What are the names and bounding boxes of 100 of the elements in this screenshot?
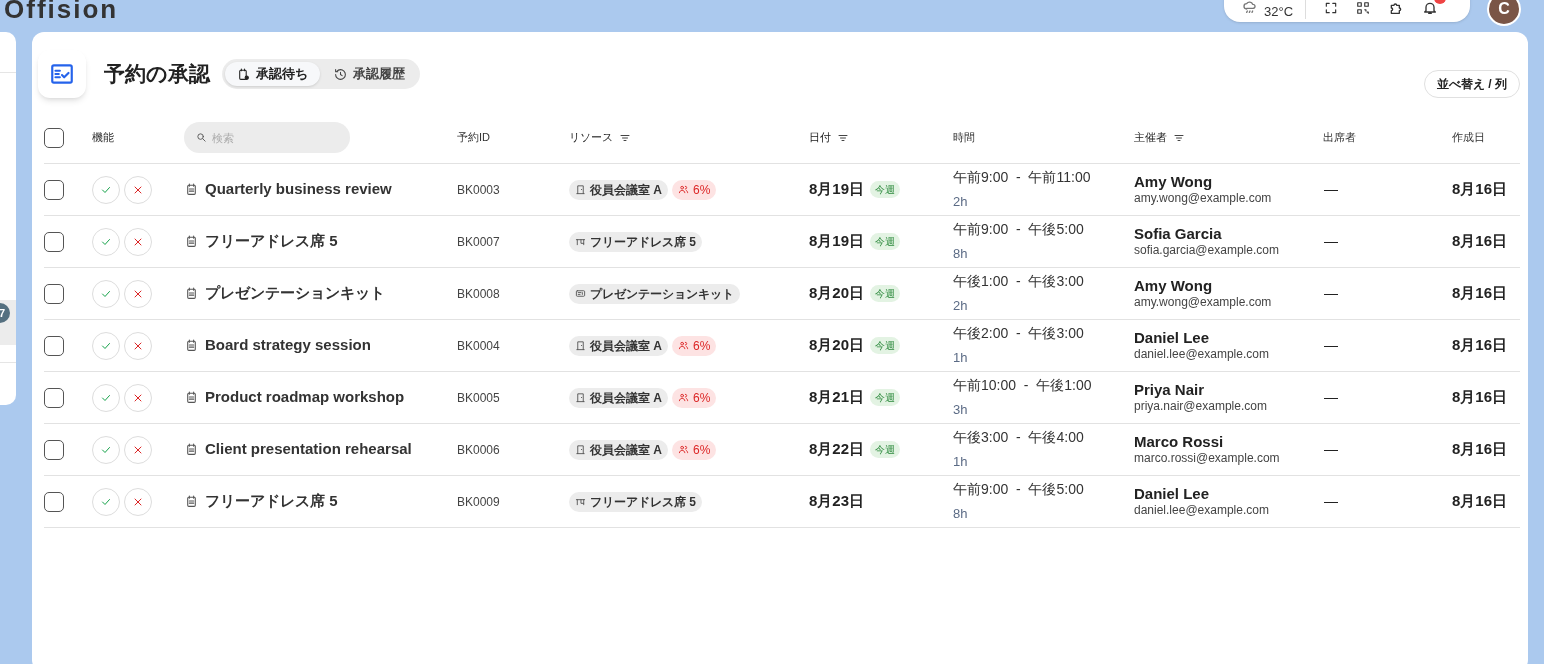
booking-title: プレゼンテーションキット <box>205 283 385 304</box>
duration: 2h <box>953 193 969 212</box>
created-date: 8月16日 <box>1452 179 1509 200</box>
resource-chip: 役員会議室 A <box>569 387 668 408</box>
column-header: 作成日 <box>1452 130 1485 146</box>
week-badge: 今週 <box>870 233 901 250</box>
row-checkbox[interactable] <box>44 439 64 460</box>
time-range: 午前9:00 - 午前11:00 <box>953 168 1092 188</box>
bell-icon <box>1422 0 1439 16</box>
organizer-email: amy.wong@example.com <box>1134 295 1273 310</box>
organizer-name: Priya Nair <box>1134 381 1206 399</box>
attendees: — <box>1323 336 1339 355</box>
duration: 8h <box>953 505 969 524</box>
time-range: 午後2:00 - 午後3:00 <box>953 324 1085 344</box>
resource-chip: 役員会議室 A <box>569 179 668 200</box>
booking-date: 8月20日 <box>809 335 865 356</box>
attendees: — <box>1323 180 1339 199</box>
organizer-email: sofia.garcia@example.com <box>1134 243 1280 258</box>
created-date: 8月16日 <box>1452 283 1509 304</box>
booking-id: BK0004 <box>457 337 501 355</box>
row-checkbox[interactable] <box>44 179 64 200</box>
tab[interactable]: 承認待ち <box>225 62 320 86</box>
column-header: 出席者 <box>1323 130 1356 146</box>
column-header: 日付 <box>809 130 831 146</box>
duration: 1h <box>953 453 969 472</box>
created-date: 8月16日 <box>1452 439 1509 460</box>
user-avatar[interactable]: C <box>1487 0 1521 26</box>
time-range: 午前10:00 - 午後1:00 <box>953 376 1093 396</box>
door-icon <box>575 392 586 403</box>
resource-chip: 役員会議室 A <box>569 335 668 356</box>
organizer-name: Daniel Lee <box>1134 329 1211 347</box>
booking-date: 8月19日 <box>809 231 865 252</box>
time-range: 午後3:00 - 午後4:00 <box>953 428 1085 448</box>
door-icon <box>575 184 586 195</box>
booking-id: BK0007 <box>457 233 501 251</box>
duration: 8h <box>953 245 969 264</box>
attendees: — <box>1323 232 1339 251</box>
row-checkbox[interactable] <box>44 283 64 304</box>
calendar-icon <box>185 235 198 248</box>
week-badge: 今週 <box>870 389 901 406</box>
usage-badge: 6% <box>672 335 717 356</box>
calendar-icon <box>185 339 198 352</box>
booking-date: 8月19日 <box>809 179 865 200</box>
booking-title: Client presentation rehearsal <box>205 439 412 460</box>
tab[interactable]: 承認履歴 <box>322 62 417 86</box>
created-date: 8月16日 <box>1452 335 1509 356</box>
booking-id: BK0003 <box>457 181 501 199</box>
organizer-email: daniel.lee@example.com <box>1134 347 1270 362</box>
calendar-icon <box>185 443 198 456</box>
organizer-email: priya.nair@example.com <box>1134 399 1268 414</box>
calendar-icon <box>185 287 198 300</box>
organizer-name: Marco Rossi <box>1134 433 1225 451</box>
booking-date: 8月21日 <box>809 387 865 408</box>
row-checkbox[interactable] <box>44 387 64 408</box>
week-badge: 今週 <box>870 285 901 302</box>
resource-chip: プレゼンテーションキット <box>569 283 740 304</box>
usage-badge: 6% <box>672 387 717 408</box>
booking-id: BK0009 <box>457 493 501 511</box>
resource-chip: フリーアドレス席 5 <box>569 491 702 512</box>
usage-badge: 6% <box>672 439 717 460</box>
booking-title: Quarterly business review <box>205 179 392 200</box>
calendar-icon <box>185 183 198 196</box>
duration: 2h <box>953 297 969 316</box>
door-icon <box>575 340 586 351</box>
calendar-icon <box>185 391 198 404</box>
attendees: — <box>1323 440 1339 459</box>
select-all-checkbox[interactable] <box>44 127 64 148</box>
column-header: 予約ID <box>457 130 490 146</box>
people-icon <box>678 184 689 195</box>
column-header: リソース <box>569 130 613 146</box>
calendar-icon <box>185 495 198 508</box>
duration: 1h <box>953 349 969 368</box>
booking-title: フリーアドレス席 5 <box>205 231 338 252</box>
booking-id: BK0005 <box>457 389 501 407</box>
app-logo: Offision <box>4 0 119 24</box>
door-icon <box>575 444 586 455</box>
created-date: 8月16日 <box>1452 491 1509 512</box>
cloud-rain-icon <box>1242 0 1258 15</box>
checklist-icon <box>49 61 75 87</box>
people-icon <box>678 392 689 403</box>
duration: 3h <box>953 401 969 420</box>
created-date: 8月16日 <box>1452 387 1509 408</box>
column-header: 機能 <box>92 130 114 146</box>
fullscreen-icon <box>1324 1 1339 15</box>
search-field[interactable]: 検索 <box>184 122 350 153</box>
resource-chip: フリーアドレス席 5 <box>569 231 702 252</box>
qr-code-icon <box>1356 1 1371 15</box>
organizer-name: Daniel Lee <box>1134 485 1211 503</box>
row-checkbox[interactable] <box>44 335 64 356</box>
row-checkbox[interactable] <box>44 491 64 512</box>
sort-columns-button[interactable]: 並べ替え / 列 <box>1424 70 1520 98</box>
created-date: 8月16日 <box>1452 231 1509 252</box>
booking-date: 8月20日 <box>809 283 865 304</box>
people-icon <box>678 444 689 455</box>
attendees: — <box>1323 388 1339 407</box>
booking-date: 8月22日 <box>809 439 865 460</box>
organizer-name: Sofia Garcia <box>1134 225 1223 243</box>
row-checkbox[interactable] <box>44 231 64 252</box>
week-badge: 今週 <box>870 337 901 354</box>
history-icon <box>334 67 347 81</box>
